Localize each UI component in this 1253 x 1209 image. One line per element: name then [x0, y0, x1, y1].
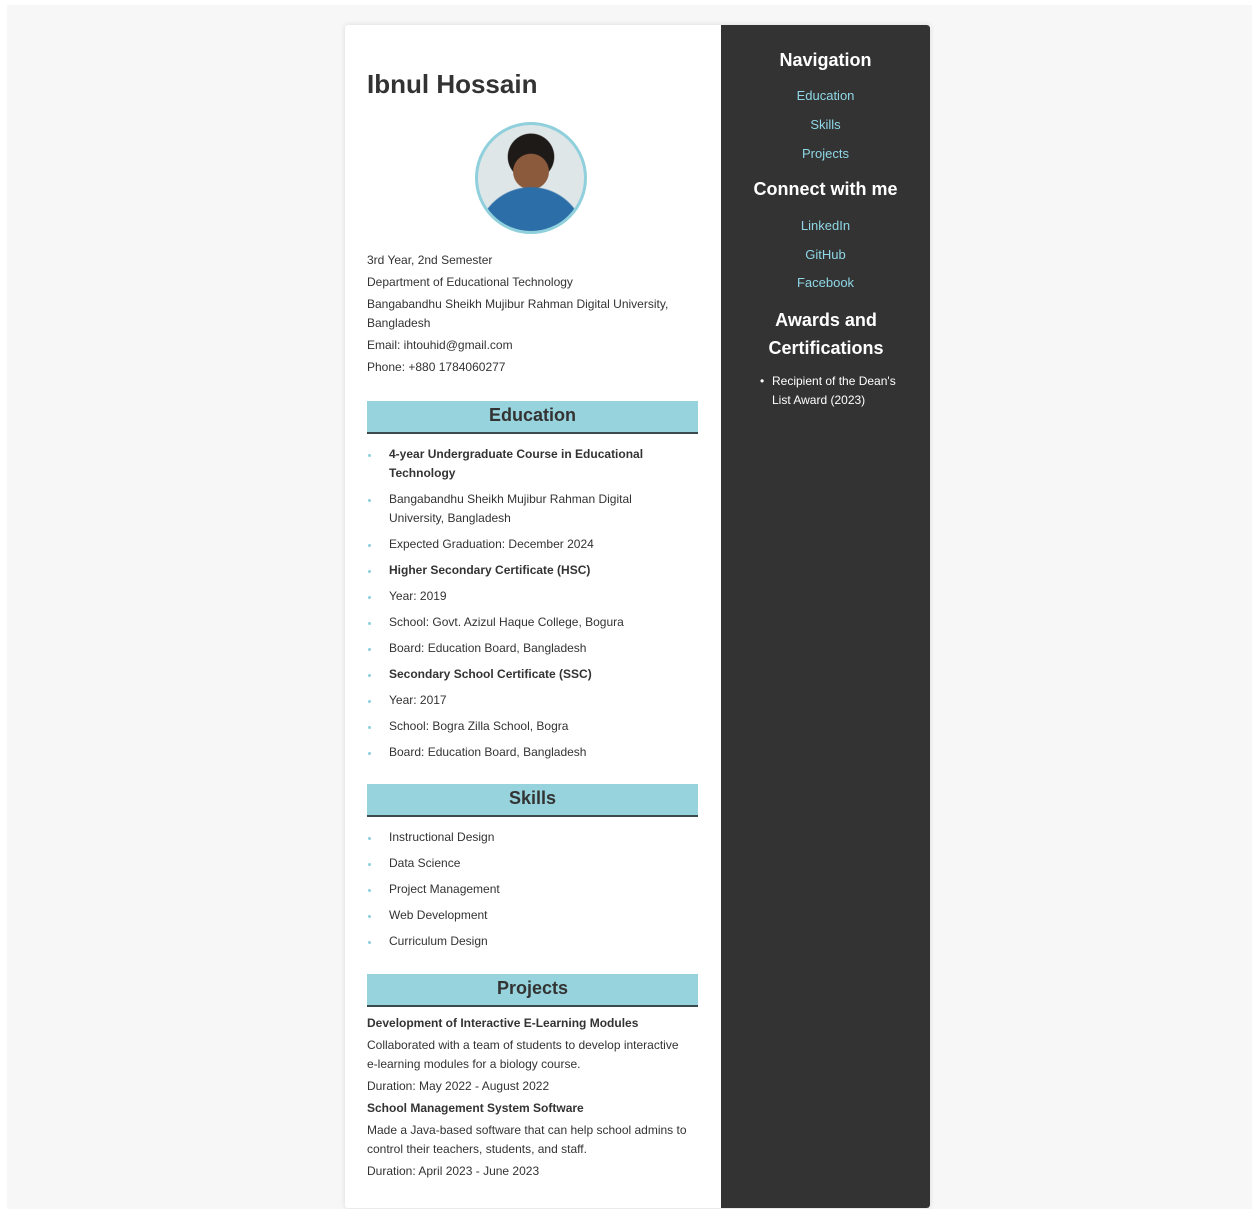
skills-heading: Skills: [367, 784, 698, 817]
list-item: Board: Education Board, Bangladesh: [367, 639, 687, 658]
awards-list: Recipient of the Dean's List Award (2023…: [759, 372, 902, 410]
linkedin-link[interactable]: LinkedIn: [721, 218, 930, 234]
list-item: Expected Graduation: December 2024: [367, 535, 687, 554]
list-item: Project Management: [367, 880, 687, 899]
projects-heading: Projects: [367, 974, 698, 1007]
list-item: Data Science: [367, 854, 687, 873]
education-list: 4-year Undergraduate Course in Education…: [367, 445, 687, 769]
list-item: Instructional Design: [367, 828, 687, 847]
info-phone: Phone: +880 1784060277: [367, 360, 506, 374]
list-item: School: Bogra Zilla School, Bogra: [367, 717, 687, 736]
connect-heading: Connect with me: [753, 179, 898, 199]
project-title: Development of Interactive E-Learning Mo…: [367, 1016, 639, 1030]
page-background: Ibnul Hossain 3rd Year, 2nd Semester Dep…: [7, 5, 1252, 1209]
list-item: Year: 2019: [367, 587, 687, 606]
sidebar: Navigation Education Skills Projects Con…: [721, 25, 930, 1208]
list-item: School: Govt. Azizul Haque College, Bogu…: [367, 613, 687, 632]
list-item: Bangabandhu Sheikh Mujibur Rahman Digita…: [367, 490, 687, 528]
info-university: Bangabandhu Sheikh Mujibur Rahman Digita…: [367, 297, 669, 330]
resume-card: Ibnul Hossain 3rd Year, 2nd Semester Dep…: [345, 25, 930, 1208]
profile-photo: [475, 122, 587, 234]
project-description: Made a Java-based software that can help…: [367, 1123, 687, 1156]
nav-link-skills[interactable]: Skills: [721, 117, 930, 133]
list-item: 4-year Undergraduate Course in Education…: [367, 445, 687, 483]
list-item: Year: 2017: [367, 691, 687, 710]
list-item: Web Development: [367, 906, 687, 925]
info-email: Email: ihtouhid@gmail.com: [367, 338, 513, 352]
list-item: Board: Education Board, Bangladesh: [367, 743, 687, 762]
profile-info: 3rd Year, 2nd Semester Department of Edu…: [367, 251, 697, 380]
resume-main: Ibnul Hossain 3rd Year, 2nd Semester Dep…: [345, 25, 721, 1208]
list-item: Curriculum Design: [367, 932, 687, 951]
education-heading: Education: [367, 401, 698, 434]
facebook-link[interactable]: Facebook: [721, 275, 930, 291]
projects-list: Development of Interactive E-Learning Mo…: [367, 1014, 692, 1184]
project-title: School Management System Software: [367, 1101, 584, 1115]
skills-list: Instructional Design Data Science Projec…: [367, 828, 687, 958]
github-link[interactable]: GitHub: [721, 247, 930, 263]
list-item: Secondary School Certificate (SSC): [367, 665, 687, 684]
award-item: Recipient of the Dean's List Award (2023…: [759, 372, 902, 410]
project-duration: Duration: April 2023 - June 2023: [367, 1164, 540, 1178]
project-description: Collaborated with a team of students to …: [367, 1038, 679, 1071]
project-duration: Duration: May 2022 - August 2022: [367, 1079, 550, 1093]
profile-name: Ibnul Hossain: [367, 69, 538, 99]
awards-heading: Awards and Certifications: [768, 310, 884, 358]
navigation-heading: Navigation: [779, 50, 872, 70]
nav-link-projects[interactable]: Projects: [721, 146, 930, 162]
info-semester: 3rd Year, 2nd Semester: [367, 253, 493, 267]
info-department: Department of Educational Technology: [367, 275, 573, 289]
list-item: Higher Secondary Certificate (HSC): [367, 561, 687, 580]
nav-link-education[interactable]: Education: [721, 88, 930, 104]
